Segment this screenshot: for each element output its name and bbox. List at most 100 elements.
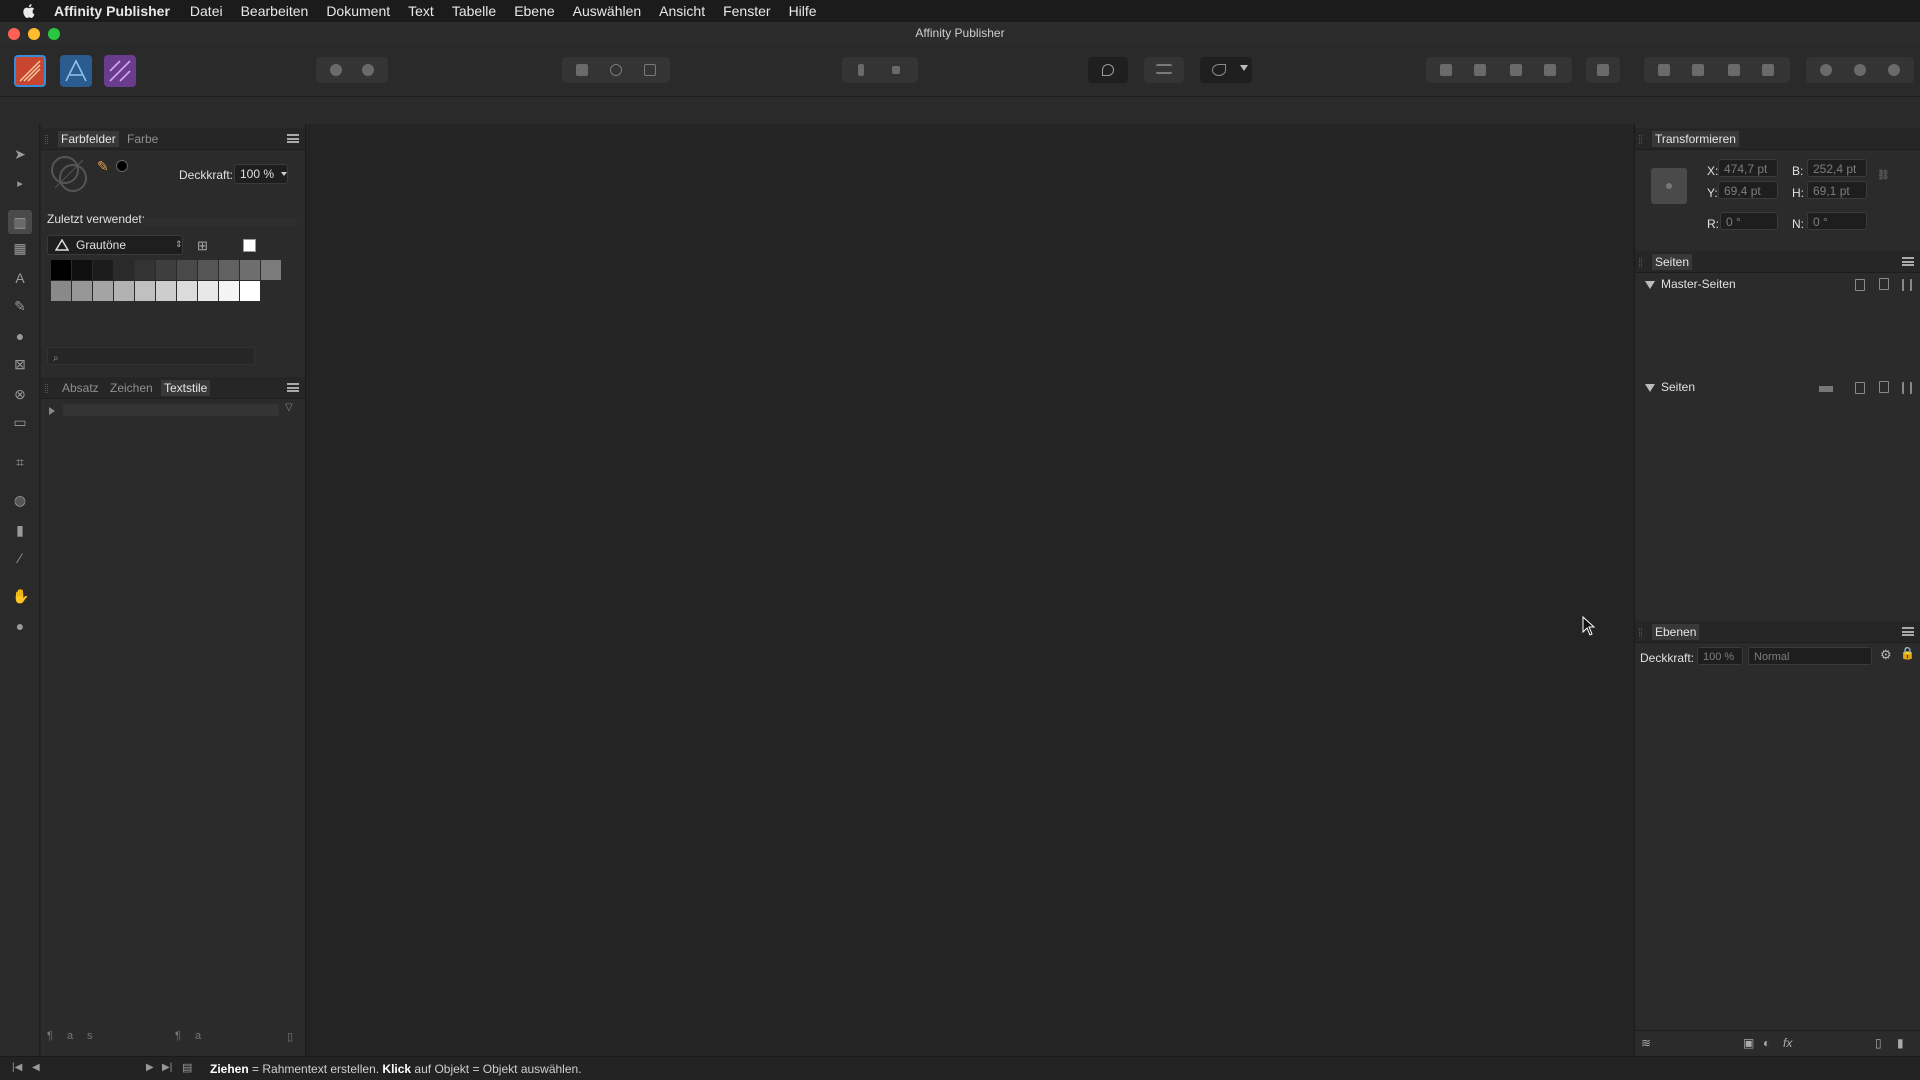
add-master-icon[interactable] [1855,279,1865,291]
color-swatch[interactable] [261,260,281,280]
color-swatch[interactable] [72,260,92,280]
width-input[interactable]: 252,4 pt [1807,159,1867,177]
color-swatch[interactable] [51,281,71,301]
fill-stroke-well[interactable] [49,154,89,194]
panel-grip[interactable] [1639,258,1642,267]
color-swatch[interactable] [198,281,218,301]
page-spread-icon[interactable] [1819,386,1833,392]
blend-mode-dropdown[interactable]: Normal [1748,647,1872,665]
menu-hilfe[interactable]: Hilfe [789,3,817,19]
color-swatch[interactable] [219,281,239,301]
chevron-down-icon[interactable] [281,172,287,176]
designer-persona-button[interactable] [60,55,92,87]
pen-tool-icon[interactable]: ✎ [12,298,28,314]
shape-tool-icon[interactable]: ● [12,328,28,344]
pin-tool-icon[interactable] [858,64,864,76]
ellipse-frame-tool-icon[interactable]: ⊗ [12,386,28,402]
master-pages-header[interactable]: Master-Seiten [1645,277,1736,291]
panel-menu-icon[interactable] [287,383,299,392]
tab-farbfelder[interactable]: Farbfelder [58,131,119,147]
frame-text-tool-icon[interactable]: ▥ [8,210,32,234]
color-swatch[interactable] [177,260,197,280]
text-wrap-button[interactable] [1144,57,1184,83]
add-swatch-icon[interactable]: ⊞ [197,238,208,254]
intersect-shape-icon[interactable] [1888,64,1900,76]
opacity-dropdown[interactable]: 100 % [234,164,288,184]
tab-ebenen[interactable]: Ebenen [1652,624,1700,640]
adjustment-icon[interactable]: ◐ [1763,1036,1770,1050]
disclosure-triangle-icon[interactable] [1645,383,1655,392]
none-swatch-icon[interactable] [243,239,256,252]
minimize-window-button[interactable] [28,28,40,40]
duplicate-master-icon[interactable] [1879,278,1889,290]
link-icon[interactable]: ⛓ [1877,170,1890,181]
page-icon[interactable]: ▤ [182,1061,192,1074]
color-swatch[interactable] [219,260,239,280]
expand-triangle-icon[interactable] [49,407,55,415]
color-swatch[interactable] [156,281,176,301]
panel-grip[interactable] [1639,628,1642,637]
panel-grip[interactable] [45,135,48,144]
lock-icon[interactable]: 🔒 [1900,646,1915,660]
subtract-shape-icon[interactable] [1854,64,1866,76]
zoom-window-button[interactable] [48,28,60,40]
table-tool-icon[interactable]: ▦ [12,240,28,256]
app-menu[interactable]: Affinity Publisher [54,3,170,19]
color-swatch[interactable] [240,260,260,280]
preview-button[interactable] [1088,57,1128,83]
place-icon[interactable] [330,64,342,76]
color-swatch[interactable] [114,281,134,301]
color-swatch[interactable] [135,260,155,280]
rotate-left-icon[interactable] [1728,64,1740,76]
prev-page-icon[interactable]: ◀ [32,1062,40,1073]
swatch-search-input[interactable]: ⌕ [47,347,255,365]
color-swatch[interactable] [72,281,92,301]
duplicate-page-icon[interactable] [1879,381,1889,393]
trash-icon[interactable]: ▮ [1897,1036,1904,1050]
menu-dokument[interactable]: Dokument [326,3,390,19]
color-swatch[interactable] [114,260,134,280]
panel-grip[interactable] [1639,135,1642,144]
move-back-icon[interactable] [1474,64,1486,76]
tab-seiten[interactable]: Seiten [1652,254,1693,270]
ellipse-frame-icon[interactable] [610,64,622,76]
add-layer-icon[interactable]: ▯ [1875,1036,1882,1050]
flip-vertical-icon[interactable] [1692,64,1704,76]
layers-stack-icon[interactable]: ≋ [1641,1036,1651,1050]
text-frame-icon[interactable] [576,64,588,76]
menu-ebene[interactable]: Ebene [514,3,554,19]
color-swatch[interactable] [177,281,197,301]
menu-text[interactable]: Text [408,3,434,19]
gear-icon[interactable]: ⚙ [1880,647,1892,663]
panel-menu-icon[interactable] [1902,257,1914,266]
fill-tool-icon[interactable]: ◍ [12,492,28,508]
artistic-text-tool-icon[interactable]: A [12,270,28,286]
transparency-tool-icon[interactable]: ▮ [12,522,28,538]
text-styles-filter[interactable] [63,404,279,416]
trash-icon[interactable] [1902,382,1912,394]
pin-icon[interactable] [362,64,374,76]
place-image-tool-icon[interactable]: ▭ [12,414,28,430]
tab-farbe[interactable]: Farbe [127,132,158,146]
tab-transformieren[interactable]: Transformieren [1652,131,1739,147]
trash-icon[interactable]: ▯ [287,1030,293,1043]
layers-opacity-dropdown[interactable]: 100 % [1697,647,1743,665]
x-input[interactable]: 474,7 pt [1718,159,1778,177]
menu-fenster[interactable]: Fenster [723,3,770,19]
height-input[interactable]: 69,1 pt [1807,181,1867,199]
crop-tool-icon[interactable]: ⌗ [12,454,28,470]
color-swatch[interactable] [240,281,260,301]
zoom-tool-icon[interactable]: ● [12,618,28,634]
clear-formatting-icon[interactable]: ¶ [175,1030,181,1042]
color-swatch[interactable] [156,260,176,280]
menu-bearbeiten[interactable]: Bearbeiten [241,3,309,19]
picture-frame-icon[interactable] [644,64,656,76]
pages-header[interactable]: Seiten [1645,380,1695,394]
move-tool-icon[interactable]: ➤ [12,146,28,162]
picture-frame-tool-icon[interactable]: ⊠ [12,356,28,372]
filter-icon[interactable]: ▽ [285,402,293,413]
publisher-persona-button[interactable] [14,55,46,87]
move-forward-icon[interactable] [1510,64,1522,76]
color-picker-icon[interactable]: ✎ [97,158,109,175]
fx-icon[interactable]: fx [1783,1036,1792,1050]
